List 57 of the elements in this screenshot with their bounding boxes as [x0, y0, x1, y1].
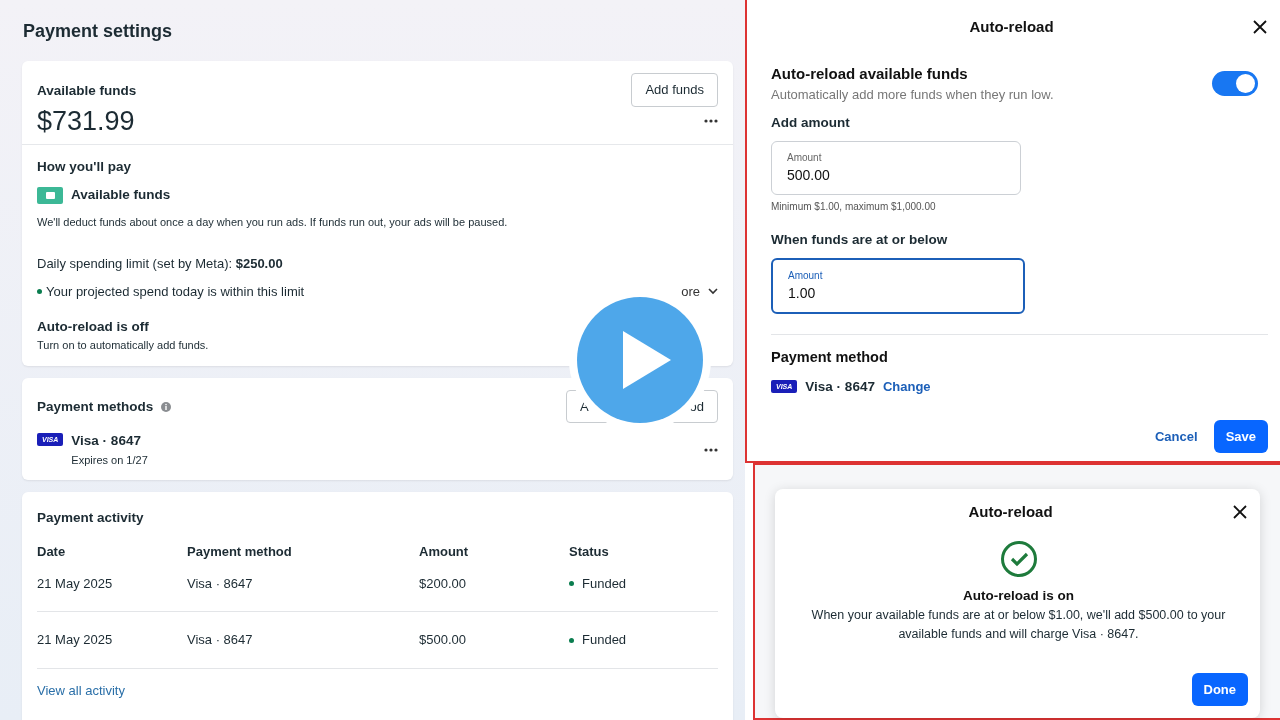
page-title: Payment settings — [23, 20, 174, 43]
amount-input[interactable]: 1.00 — [788, 283, 1008, 304]
table-cell-text: $500.00 — [419, 631, 467, 650]
table-cell-text: Visa · 8647 — [187, 631, 254, 650]
card-title: Available funds — [37, 82, 137, 100]
dialog-title: Auto-reload — [967, 502, 1054, 522]
balance-amount: $731.99 — [37, 106, 135, 137]
projection-text: Your projected spend today is within this limit — [46, 282, 305, 301]
toggle-label: Auto-reload available funds — [771, 63, 969, 84]
table-cell-text: 21 May 2025 — [37, 631, 114, 650]
toggle-switch[interactable] — [1212, 71, 1258, 96]
amount-field[interactable]: Amount 500.00 — [771, 140, 1021, 195]
column-header: Status — [569, 543, 610, 562]
card-name: Visa · 8647 — [71, 432, 142, 451]
save-button[interactable]: Save — [1213, 419, 1268, 453]
table-cell-text: Visa · 8647 — [187, 574, 254, 593]
chevron-icon — [708, 287, 718, 295]
confirmation-heading: Auto-reload is on — [962, 586, 1075, 605]
column-header: Date — [37, 543, 67, 562]
more-button[interactable] — [704, 447, 718, 452]
done-button[interactable]: Done — [1191, 672, 1248, 706]
field-label: When funds are at or below — [771, 230, 949, 249]
see-more-link[interactable]: ore — [681, 283, 718, 300]
card-name: Visa · 8647 — [805, 377, 875, 396]
view-all-link[interactable]: View all activity — [37, 682, 125, 698]
more-button[interactable] — [704, 119, 718, 124]
change-link[interactable]: Change — [882, 377, 931, 397]
table-cell-text: 21 May 2025 — [37, 574, 114, 593]
check-circle-icon — [999, 539, 1038, 578]
cancel-button[interactable]: Cancel — [1155, 426, 1198, 446]
column-header: Amount — [419, 543, 470, 562]
method-name: Available funds — [71, 186, 171, 205]
close-button[interactable] — [1232, 504, 1248, 521]
status-title: Auto-reload is off — [37, 318, 150, 337]
section-heading: How you'll pay — [37, 158, 132, 177]
card-title: Payment methods — [37, 397, 154, 416]
amount-input[interactable]: 500.00 — [787, 164, 1005, 186]
status-subtitle: Turn on to automatically add funds. — [37, 338, 210, 354]
info-icon — [161, 401, 172, 412]
add-funds-button[interactable]: Add funds — [631, 73, 718, 107]
hint-text: Minimum $1.00, maximum $1,000.00 — [771, 199, 937, 214]
toggle-description: Automatically add more funds when they run low. — [771, 86, 1054, 104]
section-heading: Payment method — [771, 348, 889, 367]
card-title: Payment activity — [37, 509, 145, 528]
amount-field[interactable]: Amount 1.00 — [771, 258, 1025, 314]
table-cell-text: $200.00 — [419, 574, 467, 593]
status-text: Funded — [582, 574, 627, 593]
wallet-icon — [37, 187, 63, 205]
dialog-title: Auto-reload — [968, 17, 1055, 37]
column-header: Payment method — [187, 543, 293, 562]
status-text: Funded — [582, 631, 627, 650]
close-button[interactable] — [1252, 19, 1268, 36]
confirmation-message: When your available funds are at or below $1.00, we'll add $500.00 to your available funds and will charge Visa · 8647. — [810, 606, 1227, 643]
description-text: We'll deduct funds about once a day when you run ads. If funds run out, your ads will be paused. — [37, 214, 509, 230]
field-label: Add amount — [771, 113, 851, 132]
spending-limit-text: Daily spending limit (set by Meta): $250.00 — [37, 255, 284, 274]
expiry-text: Expires on 1/27 — [71, 452, 148, 468]
